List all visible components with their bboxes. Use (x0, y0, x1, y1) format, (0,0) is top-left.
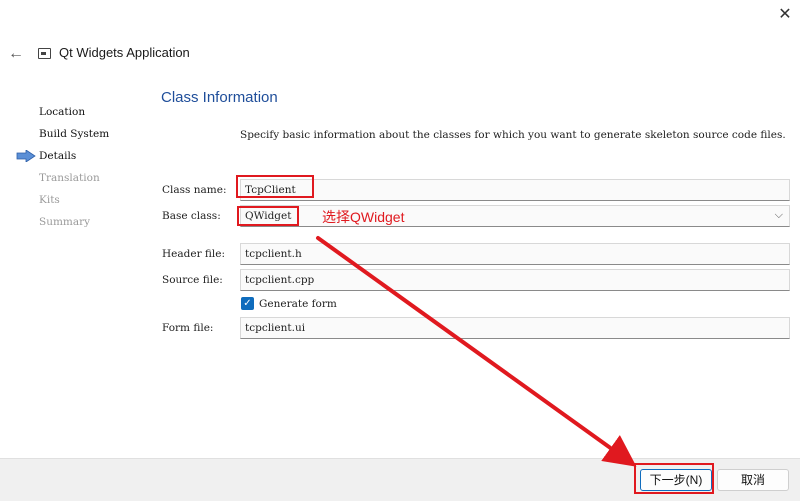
header-file-field[interactable]: tcpclient.h (240, 243, 790, 265)
header-file-label: Header file: (162, 248, 226, 260)
generate-form-label[interactable]: Generate form (259, 298, 337, 310)
class-name-field[interactable]: TcpClient (240, 179, 790, 201)
window-title: Qt Widgets Application (59, 45, 190, 60)
nav-item-kits: Kits (39, 194, 60, 206)
form-file-label: Form file: (162, 322, 214, 334)
source-file-label: Source file: (162, 274, 223, 286)
source-file-field[interactable]: tcpclient.cpp (240, 269, 790, 291)
annotation-box-base-class (237, 206, 299, 226)
generate-form-checkbox[interactable]: ✓ (241, 297, 254, 310)
form-file-field[interactable]: tcpclient.ui (240, 317, 790, 339)
nav-item-location[interactable]: Location (39, 106, 85, 118)
nav-item-summary: Summary (39, 216, 91, 228)
annotation-box-class-name (236, 175, 314, 198)
close-icon[interactable]: ✕ (772, 4, 798, 26)
cancel-button[interactable]: 取消 (717, 469, 789, 491)
current-step-arrow-icon (16, 150, 36, 162)
page-title: Class Information (161, 89, 278, 106)
back-arrow-icon[interactable]: ← (6, 44, 26, 64)
nav-item-details[interactable]: Details (39, 150, 76, 162)
nav-item-translation: Translation (39, 172, 100, 184)
chevron-down-icon[interactable]: ⌵ (775, 208, 783, 222)
annotation-box-next-button (634, 463, 714, 494)
application-icon (38, 48, 51, 59)
page-description: Specify basic information about the clas… (240, 129, 786, 141)
annotation-text: 选择QWidget (322, 209, 405, 225)
base-class-label: Base class: (162, 210, 221, 222)
class-name-label: Class name: (162, 184, 227, 196)
nav-item-build-system[interactable]: Build System (39, 128, 109, 140)
